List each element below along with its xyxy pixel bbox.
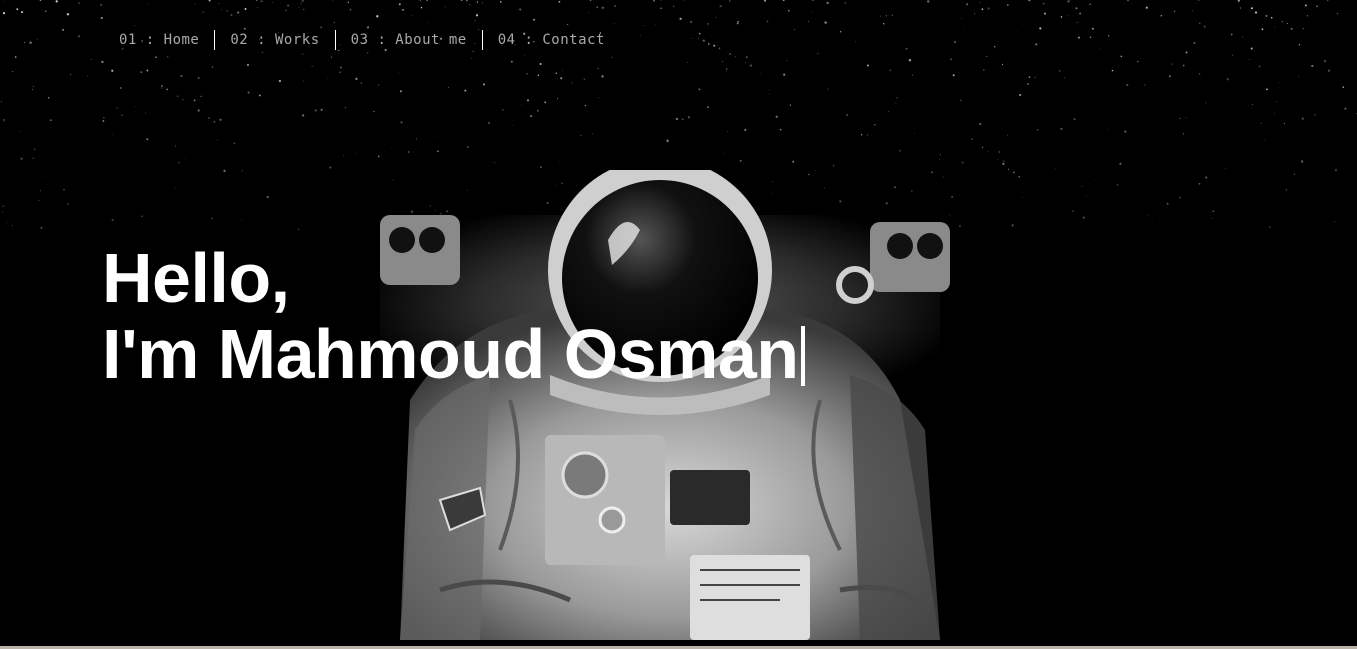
hero-greeting: Hello, xyxy=(102,239,290,317)
hero-section: 01 : Home 02 : Works 03 : About me 04 : … xyxy=(0,0,1357,649)
nav-item-about-me[interactable]: 03 : About me xyxy=(336,30,482,50)
typing-cursor xyxy=(800,326,805,386)
main-nav: 01 : Home 02 : Works 03 : About me 04 : … xyxy=(104,30,620,50)
nav-item-contact[interactable]: 04 : Contact xyxy=(483,30,620,50)
hero-name: I'm Mahmoud Osman xyxy=(102,315,799,393)
hero-headline: Hello, I'm Mahmoud Osman xyxy=(102,240,805,392)
nav-item-works[interactable]: 02 : Works xyxy=(215,30,334,50)
nav-item-home[interactable]: 01 : Home xyxy=(104,30,214,50)
